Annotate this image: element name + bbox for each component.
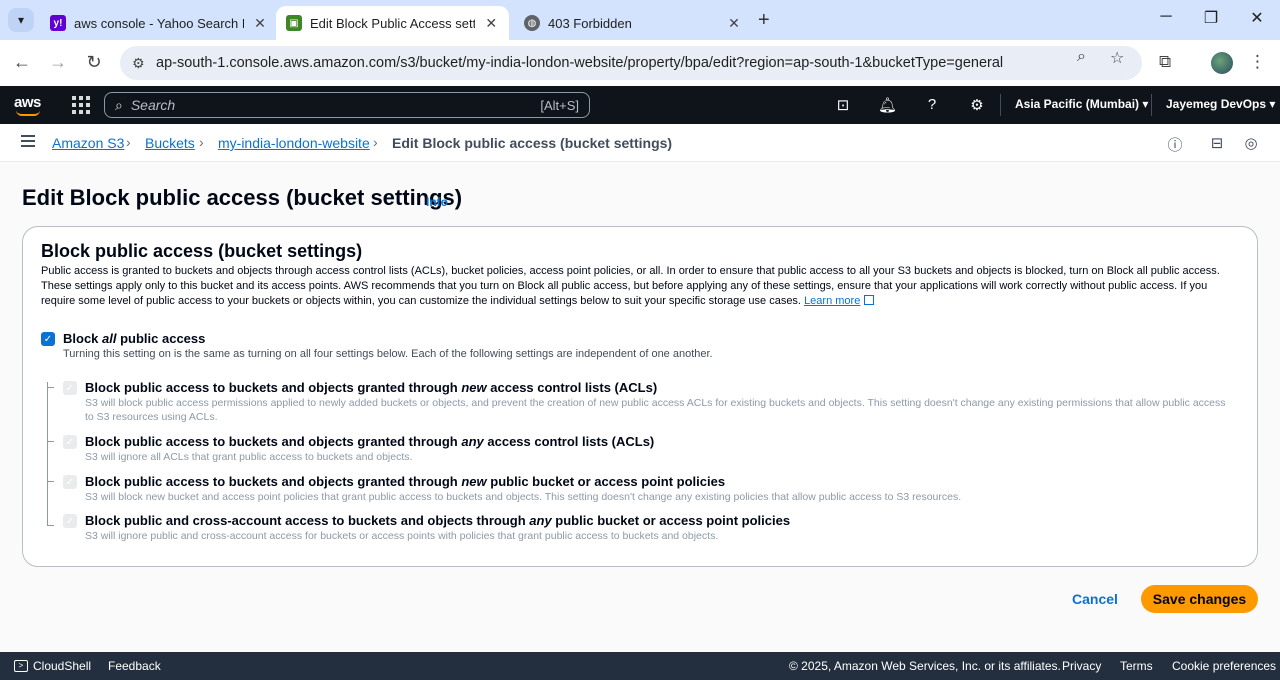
block-any-acls-checkbox[interactable]: ✓	[63, 435, 77, 449]
breadcrumb-amazon-s3[interactable]: Amazon S3	[52, 135, 124, 151]
yahoo-favicon-icon: y!	[50, 15, 66, 31]
block-any-acls-label: Block public access to buckets and objec…	[85, 434, 655, 449]
tab-search-button[interactable]: ▾	[8, 8, 34, 32]
region-selector[interactable]: Asia Pacific (Mumbai) ▾	[1015, 97, 1148, 111]
zoom-icon[interactable]: ⌕	[1077, 48, 1086, 66]
copyright-text: © 2025, Amazon Web Services, Inc. or its…	[789, 659, 1061, 673]
console-footer: > CloudShell Feedback © 2025, Amazon Web…	[0, 652, 1280, 680]
tree-connector	[47, 525, 54, 526]
block-new-acls-description: S3 will block public access permissions …	[85, 397, 1226, 423]
feedback-link[interactable]: Feedback	[108, 659, 161, 673]
chevron-right-icon: ›	[373, 134, 378, 150]
services-grid-icon[interactable]	[72, 96, 90, 114]
notifications-bell-icon[interactable]: 🔔︎	[878, 96, 897, 114]
globe-icon: ◍	[524, 15, 540, 31]
close-icon[interactable]: ✕	[252, 15, 268, 32]
cloudshell-icon: >	[14, 660, 28, 672]
minimize-icon[interactable]: ─	[1156, 8, 1176, 26]
chevron-right-icon: ›	[199, 134, 204, 150]
tree-connector	[47, 387, 54, 388]
block-any-policies-label: Block public and cross-account access to…	[85, 513, 791, 528]
block-new-acls-checkbox[interactable]: ✓	[63, 381, 77, 395]
extensions-puzzle-icon[interactable]: ⧉	[1159, 52, 1171, 72]
panel-title: Block public access (bucket settings)	[41, 241, 363, 261]
block-any-acls-description: S3 will ignore all ACLs that grant publi…	[85, 451, 413, 463]
options-tree-line	[47, 382, 48, 526]
block-new-policies-description: S3 will block new bucket and access poin…	[85, 491, 962, 503]
block-any-policies-checkbox[interactable]: ✓	[63, 514, 77, 528]
breadcrumb-bucket-name[interactable]: my-india-london-website	[218, 135, 370, 151]
aws-logo[interactable]: aws	[14, 94, 41, 111]
block-all-public-access-checkbox[interactable]: ✓	[41, 332, 55, 346]
browser-menu-icon[interactable]: ⋮	[1249, 52, 1266, 72]
info-circle-icon[interactable]: ⓘ	[1166, 134, 1184, 155]
tree-connector	[47, 441, 54, 442]
notes-icon[interactable]: ⊟	[1208, 134, 1226, 152]
search-shortcut: [Alt+S]	[540, 97, 579, 113]
s3-favicon-icon: ▣	[286, 15, 302, 31]
cancel-button[interactable]: Cancel	[1066, 588, 1124, 610]
security-icon[interactable]: ◎	[1242, 134, 1260, 152]
search-placeholder: Search	[130, 97, 176, 113]
breadcrumb-current: Edit Block public access (bucket setting…	[392, 135, 673, 151]
close-icon[interactable]: ✕	[726, 15, 742, 32]
block-all-description: Turning this setting on is the same as t…	[63, 348, 713, 360]
external-link-icon	[864, 295, 875, 305]
chevron-down-icon: ▾	[17, 13, 25, 27]
cloudshell-icon[interactable]: ⊡	[834, 96, 852, 114]
restore-icon[interactable]: ❐	[1201, 8, 1221, 28]
tab-title: aws console - Yahoo Search Results	[74, 15, 244, 31]
address-bar[interactable]: ⚙ ap-south-1.console.aws.amazon.com/s3/b…	[120, 46, 1142, 80]
tab-edit-bpa[interactable]: ▣ Edit Block Public Access settings ✕	[276, 6, 509, 40]
terms-link[interactable]: Terms	[1120, 659, 1153, 673]
aws-logo-smile-icon	[16, 110, 40, 116]
learn-more-link[interactable]: Learn more	[804, 295, 875, 307]
back-arrow-icon[interactable]: ←	[11, 52, 33, 73]
block-new-acls-label: Block public access to buckets and objec…	[85, 380, 658, 395]
url-text: ap-south-1.console.aws.amazon.com/s3/buc…	[156, 55, 1004, 71]
page-title: Edit Block public access (bucket setting…	[22, 185, 463, 210]
tab-title: Edit Block Public Access settings	[310, 15, 476, 31]
aws-top-navigation: aws ⌕ Search [Alt+S] ⊡ 🔔︎ ? ⚙ Asia Pacif…	[0, 86, 1280, 124]
help-icon[interactable]: ?	[923, 96, 941, 113]
forward-arrow-icon[interactable]: →	[47, 52, 69, 73]
breadcrumb-bar: Amazon S3 › Buckets › my-india-london-we…	[0, 124, 1280, 162]
panel-description: Public access is granted to buckets and …	[41, 265, 1220, 307]
block-new-policies-label: Block public access to buckets and objec…	[85, 474, 726, 489]
site-info-icon[interactable]: ⚙	[132, 55, 145, 72]
save-changes-button[interactable]: Save changes	[1141, 585, 1258, 613]
cloudshell-link[interactable]: CloudShell	[33, 659, 91, 673]
tree-connector	[47, 481, 54, 482]
block-public-access-panel: Block public access (bucket settings) Pu…	[22, 226, 1258, 567]
account-menu[interactable]: Jayemeg DevOps ▾	[1166, 97, 1275, 111]
privacy-link[interactable]: Privacy	[1062, 659, 1101, 673]
close-window-icon[interactable]: ✕	[1247, 8, 1267, 28]
bookmark-star-icon[interactable]: ☆	[1110, 48, 1124, 68]
nav-divider	[1000, 94, 1001, 116]
browser-tab-strip: ▾ y! aws console - Yahoo Search Results …	[0, 0, 1280, 40]
aws-search-input[interactable]: ⌕ Search [Alt+S]	[104, 92, 590, 118]
search-icon: ⌕	[115, 96, 123, 113]
breadcrumb-buckets[interactable]: Buckets	[145, 135, 195, 151]
tab-403-forbidden[interactable]: ◍ 403 Forbidden ✕	[514, 6, 752, 40]
block-all-public-access-label: Block all public access	[63, 331, 206, 346]
reload-icon[interactable]: ↻	[83, 52, 105, 73]
block-any-policies-description: S3 will ignore public and cross-account …	[85, 530, 719, 542]
side-nav-menu-icon[interactable]	[21, 135, 35, 147]
block-new-policies-checkbox[interactable]: ✓	[63, 475, 77, 489]
close-icon[interactable]: ✕	[483, 15, 499, 32]
nav-divider	[1151, 94, 1152, 116]
settings-gear-icon[interactable]: ⚙	[968, 96, 986, 114]
chevron-right-icon: ›	[126, 134, 131, 150]
cookie-preferences-link[interactable]: Cookie preferences	[1172, 659, 1276, 673]
tab-title: 403 Forbidden	[548, 15, 632, 31]
info-link[interactable]: Info	[426, 195, 448, 209]
tab-yahoo-search[interactable]: y! aws console - Yahoo Search Results ✕	[40, 6, 278, 40]
profile-avatar[interactable]	[1211, 52, 1233, 74]
browser-toolbar: ← → ↻ ⚙ ap-south-1.console.aws.amazon.co…	[0, 40, 1280, 86]
new-tab-plus-icon[interactable]: +	[758, 9, 770, 32]
